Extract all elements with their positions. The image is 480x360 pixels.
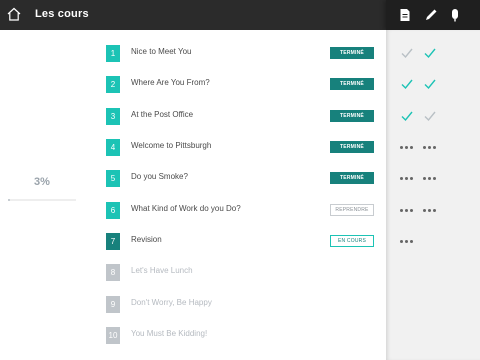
- top-bar: Les cours: [0, 0, 480, 30]
- lesson-number: 6: [106, 202, 120, 219]
- lesson-title: At the Post Office: [131, 110, 194, 119]
- microphone-icon[interactable]: [447, 7, 463, 23]
- lesson-title: Where Are You From?: [131, 78, 210, 87]
- dot: [428, 177, 431, 180]
- dot: [405, 240, 408, 243]
- lesson-list: 1 Nice to Meet You TERMINÉ 2 Where Are Y…: [90, 30, 386, 360]
- page-title: Les cours: [35, 8, 89, 20]
- tool-bar: [386, 0, 480, 30]
- pen-icon[interactable]: [423, 7, 439, 23]
- lesson-number: 10: [106, 327, 120, 344]
- pending-dots-icon: [400, 146, 414, 150]
- dot: [423, 146, 426, 149]
- lesson-row[interactable]: 7 Revision EN COURS: [90, 227, 386, 257]
- dot: [405, 146, 408, 149]
- dot: [410, 209, 413, 212]
- lesson-row[interactable]: 5 Do you Smoke? TERMINÉ: [90, 164, 386, 194]
- lesson-row[interactable]: 6 What Kind of Work do you Do? REPRENDRE: [90, 196, 386, 226]
- lesson-title: Revision: [131, 235, 162, 244]
- lesson-row: 10 You Must Be Kidding!: [90, 321, 386, 351]
- progress-percent: 3%: [34, 176, 50, 188]
- lesson-number: 7: [106, 233, 120, 250]
- document-icon[interactable]: [397, 7, 413, 23]
- status-panel: [386, 30, 480, 360]
- lesson-row[interactable]: 1 Nice to Meet You TERMINÉ: [90, 39, 386, 69]
- dot: [400, 146, 403, 149]
- pending-dots-icon: [400, 240, 414, 244]
- lesson-number: 1: [106, 45, 120, 62]
- status-badge[interactable]: TERMINÉ: [330, 110, 374, 122]
- dot: [423, 177, 426, 180]
- lesson-title: What Kind of Work do you Do?: [131, 204, 241, 213]
- lesson-title: Welcome to Pittsburgh: [131, 141, 212, 150]
- pending-dots-icon: [400, 177, 414, 181]
- home-icon[interactable]: [6, 6, 22, 22]
- check-icon: [424, 111, 436, 122]
- status-badge[interactable]: TERMINÉ: [330, 78, 374, 90]
- lesson-number: 4: [106, 139, 120, 156]
- dot: [428, 209, 431, 212]
- status-badge[interactable]: REPRENDRE: [330, 204, 374, 216]
- pending-dots-icon: [400, 209, 414, 213]
- pending-dots-icon: [423, 209, 437, 213]
- dot: [410, 146, 413, 149]
- dot: [433, 146, 436, 149]
- dot: [428, 146, 431, 149]
- status-badge[interactable]: TERMINÉ: [330, 47, 374, 59]
- dot: [423, 209, 426, 212]
- pending-dots-icon: [423, 177, 437, 181]
- progress-panel: 3%: [0, 30, 90, 360]
- lesson-number: 8: [106, 264, 120, 281]
- lesson-title: Nice to Meet You: [131, 47, 192, 56]
- dot: [400, 209, 403, 212]
- lesson-number: 9: [106, 296, 120, 313]
- lesson-row[interactable]: 2 Where Are You From? TERMINÉ: [90, 70, 386, 100]
- lesson-number: 2: [106, 76, 120, 93]
- dot: [400, 240, 403, 243]
- check-icon: [401, 111, 413, 122]
- lesson-title: Let's Have Lunch: [131, 266, 193, 275]
- dot: [405, 177, 408, 180]
- lesson-row: 9 Don't Worry, Be Happy: [90, 290, 386, 320]
- lesson-row: 8 Let's Have Lunch: [90, 258, 386, 288]
- dot: [433, 177, 436, 180]
- status-badge[interactable]: TERMINÉ: [330, 141, 374, 153]
- lesson-row[interactable]: 4 Welcome to Pittsburgh TERMINÉ: [90, 133, 386, 163]
- progress-bar-fill: [8, 199, 11, 201]
- check-icon: [401, 48, 413, 59]
- dot: [405, 209, 408, 212]
- check-icon: [424, 48, 436, 59]
- lesson-title: Don't Worry, Be Happy: [131, 298, 212, 307]
- status-badge[interactable]: TERMINÉ: [330, 172, 374, 184]
- check-icon: [424, 79, 436, 90]
- dot: [433, 209, 436, 212]
- lesson-row[interactable]: 3 At the Post Office TERMINÉ: [90, 102, 386, 132]
- lesson-title: You Must Be Kidding!: [131, 329, 208, 338]
- pending-dots-icon: [423, 146, 437, 150]
- check-icon: [401, 79, 413, 90]
- dot: [400, 177, 403, 180]
- lesson-number: 5: [106, 170, 120, 187]
- dot: [410, 240, 413, 243]
- lesson-title: Do you Smoke?: [131, 172, 188, 181]
- progress-bar: [8, 199, 76, 201]
- status-badge[interactable]: EN COURS: [330, 235, 374, 247]
- dot: [410, 177, 413, 180]
- lesson-number: 3: [106, 108, 120, 125]
